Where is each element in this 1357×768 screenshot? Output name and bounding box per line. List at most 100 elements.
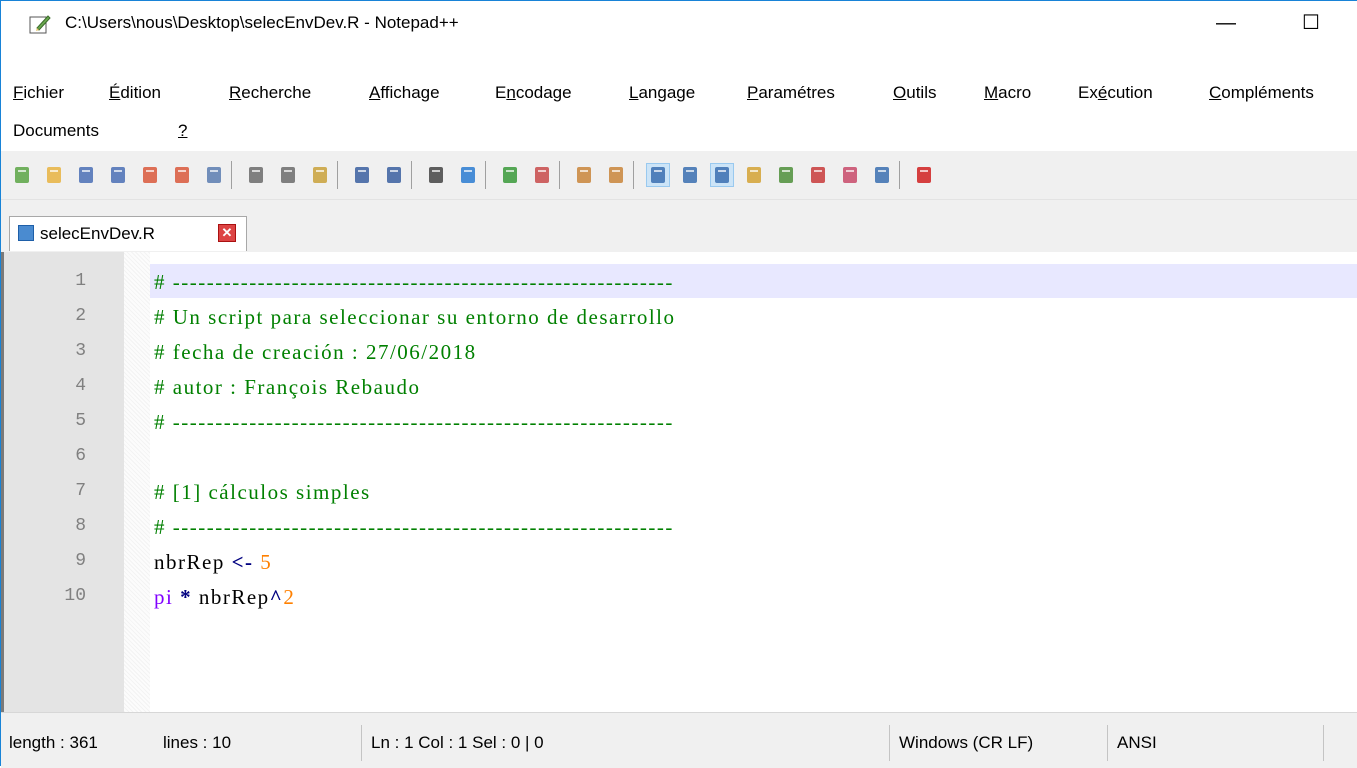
menu-item-documents[interactable]: Documents (13, 121, 99, 141)
function-list-icon[interactable] (807, 164, 829, 186)
status-length: length : 361 (9, 733, 98, 752)
close-icon[interactable] (139, 164, 161, 186)
editor-area[interactable]: 1 # -------------------------------------… (1, 252, 1357, 712)
toolbar-separator (411, 161, 412, 189)
line-number: 7 (75, 481, 86, 501)
code-text: nbrRep <- 5 (154, 550, 273, 574)
code-line[interactable]: 10 pi * nbrRep^2 (4, 579, 1357, 613)
close-all-icon[interactable] (171, 164, 193, 186)
tab-label: selecEnvDev.R (40, 224, 155, 243)
status-encoding: ANSI (1117, 733, 1157, 752)
code-text: # --------------------------------------… (154, 515, 674, 539)
code-line[interactable]: 2 # Un script para seleccionar su entorno… (4, 299, 1357, 333)
line-number: 2 (75, 306, 86, 326)
new-file-icon[interactable] (11, 164, 33, 186)
status-divider (889, 725, 890, 761)
line-number: 8 (75, 516, 86, 536)
zoom-in-icon[interactable] (499, 164, 521, 186)
menu-item-?[interactable]: ? (178, 121, 187, 141)
code-line[interactable]: 9 nbrRep <- 5 (4, 544, 1357, 578)
line-number: 6 (75, 446, 86, 466)
code-line[interactable]: 7 # [1] cálculos simples (4, 474, 1357, 508)
toolbar-separator (485, 161, 486, 189)
menu-item-macro[interactable]: Macro (984, 83, 1031, 103)
tab-bar: selecEnvDev.R ✕ (1, 200, 1357, 252)
sync-horizontal-icon[interactable] (605, 164, 627, 186)
line-number: 10 (64, 586, 86, 606)
line-number: 3 (75, 341, 86, 361)
tab-selecenvdev[interactable]: selecEnvDev.R ✕ (9, 216, 247, 251)
maximize-button[interactable]: ☐ (1288, 7, 1334, 39)
line-number: 4 (75, 376, 86, 396)
status-divider (1323, 725, 1324, 761)
record-macro-icon[interactable] (913, 164, 935, 186)
code-text: # fecha de creación : 27/06/2018 (154, 340, 477, 364)
menu-item-édition[interactable]: Édition (109, 83, 161, 103)
line-number: 5 (75, 411, 86, 431)
sync-vertical-icon[interactable] (573, 164, 595, 186)
menu-item-outils[interactable]: Outils (893, 83, 936, 103)
print-icon[interactable] (203, 164, 225, 186)
toolbar-separator (899, 161, 900, 189)
status-divider (361, 725, 362, 761)
menu-item-recherche[interactable]: Recherche (229, 83, 311, 103)
indent-guide-icon[interactable] (710, 163, 734, 187)
zoom-out-icon[interactable] (531, 164, 553, 186)
code-text: # --------------------------------------… (154, 410, 674, 434)
window-title: C:\Users\nous\Desktop\selecEnvDev.R - No… (65, 13, 459, 32)
code-text: pi * nbrRep^2 (154, 585, 296, 609)
code-text: # Un script para seleccionar su entorno … (154, 305, 676, 329)
tab-close-icon[interactable]: ✕ (218, 224, 236, 242)
menu-item-exécution[interactable]: Exécution (1078, 83, 1153, 103)
line-number: 9 (75, 551, 86, 571)
replace-icon[interactable] (457, 164, 479, 186)
save-all-icon[interactable] (107, 164, 129, 186)
menu-item-langage[interactable]: Langage (629, 83, 695, 103)
redo-icon[interactable] (383, 164, 405, 186)
status-position: Ln : 1 Col : 1 Sel : 0 | 0 (371, 733, 544, 752)
code-line[interactable]: 6 (4, 439, 1357, 473)
show-all-chars-icon[interactable] (679, 164, 701, 186)
notepad-app-icon (29, 15, 51, 34)
code-text: # autor : François Rebaudo (154, 375, 421, 399)
menu-item-fichier[interactable]: Fichier (13, 83, 64, 103)
code-line[interactable]: 1 # -------------------------------------… (75, 264, 1357, 298)
menu-item-encodage[interactable]: Encodage (495, 83, 572, 103)
code-line[interactable]: 5 # -------------------------------------… (4, 404, 1357, 438)
saved-file-icon (18, 225, 34, 241)
code-line[interactable]: 8 # -------------------------------------… (4, 509, 1357, 543)
toolbar-separator (633, 161, 634, 189)
cut-icon[interactable] (245, 164, 267, 186)
doc-map-icon[interactable] (775, 164, 797, 186)
menu-bar: Fichier Édition Recherche Affichage Encodage… (1, 45, 1357, 151)
find-icon[interactable] (425, 164, 447, 186)
notepad-window: C:\Users\nous\Desktop\selecEnvDev.R - No… (0, 0, 1357, 768)
code-line[interactable]: 4 # autor : François Rebaudo (4, 369, 1357, 403)
status-bar: length : 361 lines : 10 Ln : 1 Col : 1 S… (1, 712, 1357, 768)
folder-workspace-icon[interactable] (839, 164, 861, 186)
minimize-button[interactable]: — (1203, 7, 1249, 39)
status-divider (1107, 725, 1108, 761)
open-file-icon[interactable] (43, 164, 65, 186)
undo-icon[interactable] (351, 164, 373, 186)
copy-icon[interactable] (277, 164, 299, 186)
code-text: # [1] cálculos simples (154, 480, 371, 504)
menu-item-compléments[interactable]: Compléments (1209, 83, 1314, 103)
line-number: 1 (75, 271, 86, 291)
menu-item-affichage[interactable]: Affichage (369, 83, 440, 103)
title-bar[interactable]: C:\Users\nous\Desktop\selecEnvDev.R - No… (1, 1, 1357, 45)
save-icon[interactable] (75, 164, 97, 186)
menu-item-paramétres[interactable]: Paramétres (747, 83, 835, 103)
monitoring-icon[interactable] (871, 164, 893, 186)
code-text: # --------------------------------------… (154, 270, 674, 294)
udl-icon[interactable] (743, 164, 765, 186)
toolbar (1, 151, 1357, 200)
toolbar-separator (337, 161, 338, 189)
toolbar-separator (559, 161, 560, 189)
code-line[interactable]: 3 # fecha de creación : 27/06/2018 (4, 334, 1357, 368)
paste-icon[interactable] (309, 164, 331, 186)
status-eol: Windows (CR LF) (899, 733, 1034, 752)
status-lines: lines : 10 (163, 733, 232, 752)
word-wrap-icon[interactable] (646, 163, 670, 187)
toolbar-separator (231, 161, 232, 189)
